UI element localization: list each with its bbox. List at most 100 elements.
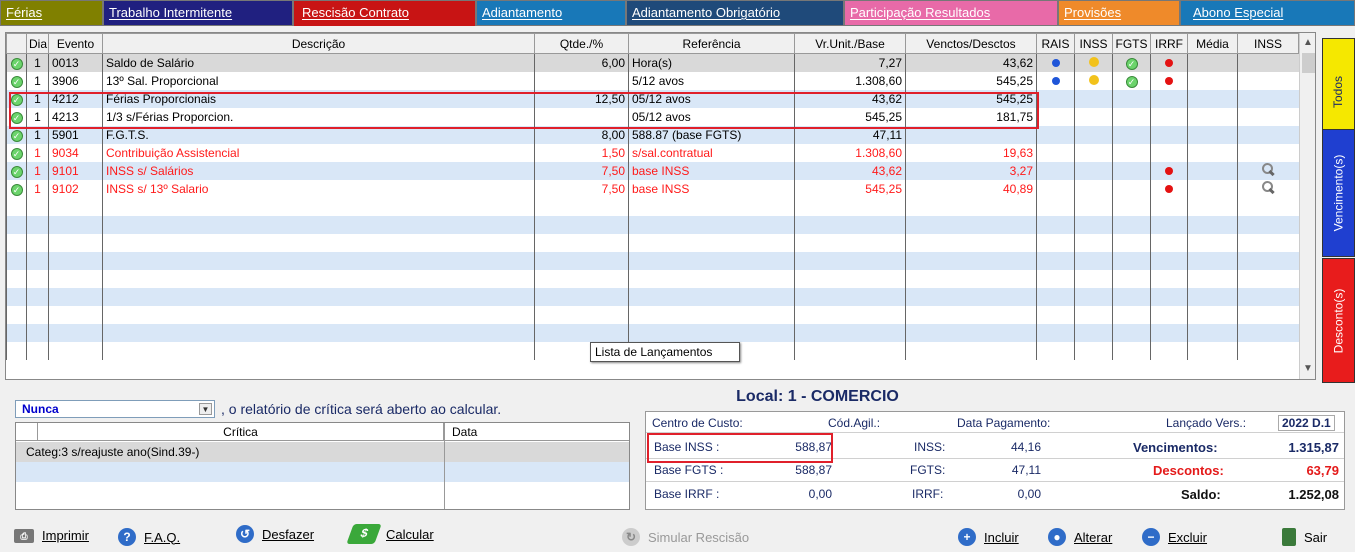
tab-rescisao-contrato[interactable]: Rescisão Contrato [293, 0, 476, 26]
evento-cell: 0013 [48, 53, 103, 72]
critica-table: Crítica Data Categ:3 s/reajuste ano(Sind… [15, 422, 630, 510]
empty-cell [534, 215, 629, 234]
col-header[interactable]: Qtde./% [534, 33, 629, 54]
tooltip: Lista de Lançamentos [590, 342, 740, 362]
faq-button[interactable]: ? F.A.Q. [118, 528, 180, 546]
imprimir-button[interactable]: ⎙ Imprimir [14, 528, 89, 543]
scroll-thumb[interactable] [1302, 53, 1315, 73]
grid-scrollbar[interactable]: ▲ ▼ [1299, 33, 1315, 379]
alterar-label: Alterar [1074, 529, 1113, 545]
simular-rescisao-button[interactable]: ↻ Simular Rescisão [622, 528, 749, 546]
table-row-empty[interactable] [6, 215, 1299, 234]
venctos-cell: 40,89 [905, 179, 1037, 198]
desfazer-label: Desfazer [262, 526, 315, 542]
empty-cell [1187, 287, 1238, 306]
critica-col-header: Crítica [38, 423, 444, 441]
empty-cell [1112, 251, 1151, 270]
critica-select[interactable]: Nunca ▼ [15, 400, 215, 418]
table-row-empty[interactable] [6, 269, 1299, 288]
table-row-empty[interactable] [6, 251, 1299, 270]
col-header[interactable] [6, 33, 27, 54]
fgts-cell: ✓ [1112, 71, 1151, 90]
edit-icon: ● [1048, 528, 1066, 546]
incluir-button[interactable]: + Incluir [958, 528, 1019, 546]
evento-cell: 9101 [48, 161, 103, 180]
empty-cell [1112, 215, 1151, 234]
col-header[interactable]: RAIS [1036, 33, 1075, 54]
lancado-vers-label: Lançado Vers.: [1166, 416, 1247, 430]
side-tab-descontos-label: Desconto(s) [1331, 288, 1346, 353]
tab-abono-especial[interactable]: Abono Especial [1180, 0, 1355, 26]
lancamentos-grid[interactable]: Dia Evento Descrição Qtde./% Referência Vr.Un… [5, 32, 1316, 380]
tab-adiantamento[interactable]: Adiantamento [476, 0, 626, 26]
col-header[interactable]: Venctos/Desctos [905, 33, 1037, 54]
venctos-cell: 545,25 [905, 71, 1037, 90]
table-row[interactable]: ✓ 1 3906 13º Sal. Proporcional 5/12 avos 1.30… [6, 71, 1299, 90]
empty-cell [794, 269, 906, 288]
empty-cell [1074, 341, 1113, 360]
dia-cell: 1 [26, 179, 49, 198]
table-row[interactable]: ✓ 1 9102 INSS s/ 13º Salario 7,50 base INSS 54… [6, 179, 1299, 198]
empty-cell [628, 323, 795, 342]
col-header[interactable]: Evento [48, 33, 103, 54]
empty-cell [628, 215, 795, 234]
tab-participacao-resultados[interactable]: Participação Resultados [844, 0, 1058, 26]
empty-cell [905, 287, 1037, 306]
scroll-down-icon[interactable]: ▼ [1303, 363, 1313, 374]
side-tab-vencimentos[interactable]: Vencimento(s) [1322, 129, 1355, 257]
table-row[interactable]: ✓ 1 0013 Saldo de Salário 6,00 Hora(s) 7,27 43,… [6, 53, 1299, 72]
table-row-empty[interactable] [6, 305, 1299, 324]
inss-cell [1074, 53, 1113, 72]
empty-cell [26, 269, 49, 288]
tab-adiantamento-obrigatorio[interactable]: Adiantamento Obrigatório [626, 0, 844, 26]
empty-cell [1237, 215, 1299, 234]
row-status: ✓ [6, 71, 27, 90]
col-header[interactable]: FGTS [1112, 33, 1151, 54]
col-header[interactable]: IRRF [1150, 33, 1188, 54]
empty-cell [1036, 233, 1075, 252]
calcular-button[interactable]: $ Calcular [346, 524, 434, 544]
side-tab-descontos[interactable]: Desconto(s) [1322, 258, 1355, 383]
excluir-button[interactable]: − Excluir [1142, 528, 1207, 546]
search-icon[interactable] [1261, 162, 1275, 176]
sair-button[interactable]: Sair [1282, 528, 1327, 546]
tab-trabalho-intermitente[interactable]: Trabalho Intermitente [103, 0, 293, 26]
empty-cell [1150, 251, 1188, 270]
chevron-down-icon[interactable]: ▼ [199, 403, 212, 415]
empty-cell [1237, 251, 1299, 270]
scroll-up-icon[interactable]: ▲ [1303, 37, 1313, 48]
empty-cell [1074, 305, 1113, 324]
desfazer-button[interactable]: ↺ Desfazer [236, 525, 314, 543]
table-row-empty[interactable] [6, 323, 1299, 342]
col-header[interactable]: Dia [26, 33, 49, 54]
table-row[interactable]: ✓ 1 9034 Contribuição Assistencial 1,50 s/sal… [6, 143, 1299, 162]
empty-cell [102, 215, 535, 234]
table-row-empty[interactable] [6, 287, 1299, 306]
evento-cell: 3906 [48, 71, 103, 90]
vr-unit-cell: 43,62 [794, 161, 906, 180]
tab-provisoes[interactable]: Provisões [1058, 0, 1180, 26]
empty-cell [6, 269, 27, 288]
money-icon: $ [346, 524, 382, 544]
alterar-button[interactable]: ● Alterar [1048, 528, 1112, 546]
table-row-empty[interactable] [6, 197, 1299, 216]
descricao-cell: 13º Sal. Proporcional [102, 71, 535, 90]
col-header[interactable]: Referência [628, 33, 795, 54]
table-row-empty[interactable] [6, 233, 1299, 252]
search-icon[interactable] [1261, 180, 1275, 194]
empty-cell [905, 251, 1037, 270]
col-header[interactable]: INSS [1237, 33, 1299, 54]
empty-cell [6, 215, 27, 234]
col-header[interactable]: Descrição [102, 33, 535, 54]
critica-row[interactable]: Categ:3 s/reajuste ano(Sind.39-) [16, 442, 629, 462]
col-header[interactable]: Vr.Unit./Base [794, 33, 906, 54]
irrf-cell [1150, 143, 1188, 162]
empty-cell [102, 251, 535, 270]
empty-cell [794, 215, 906, 234]
col-header[interactable]: Média [1187, 33, 1238, 54]
incluir-label: Incluir [984, 529, 1019, 545]
tab-ferias[interactable]: Férias [0, 0, 103, 26]
empty-cell [6, 251, 27, 270]
col-header[interactable]: INSS [1074, 33, 1113, 54]
table-row[interactable]: ✓ 1 9101 INSS s/ Salários 7,50 base INSS 43,62… [6, 161, 1299, 180]
